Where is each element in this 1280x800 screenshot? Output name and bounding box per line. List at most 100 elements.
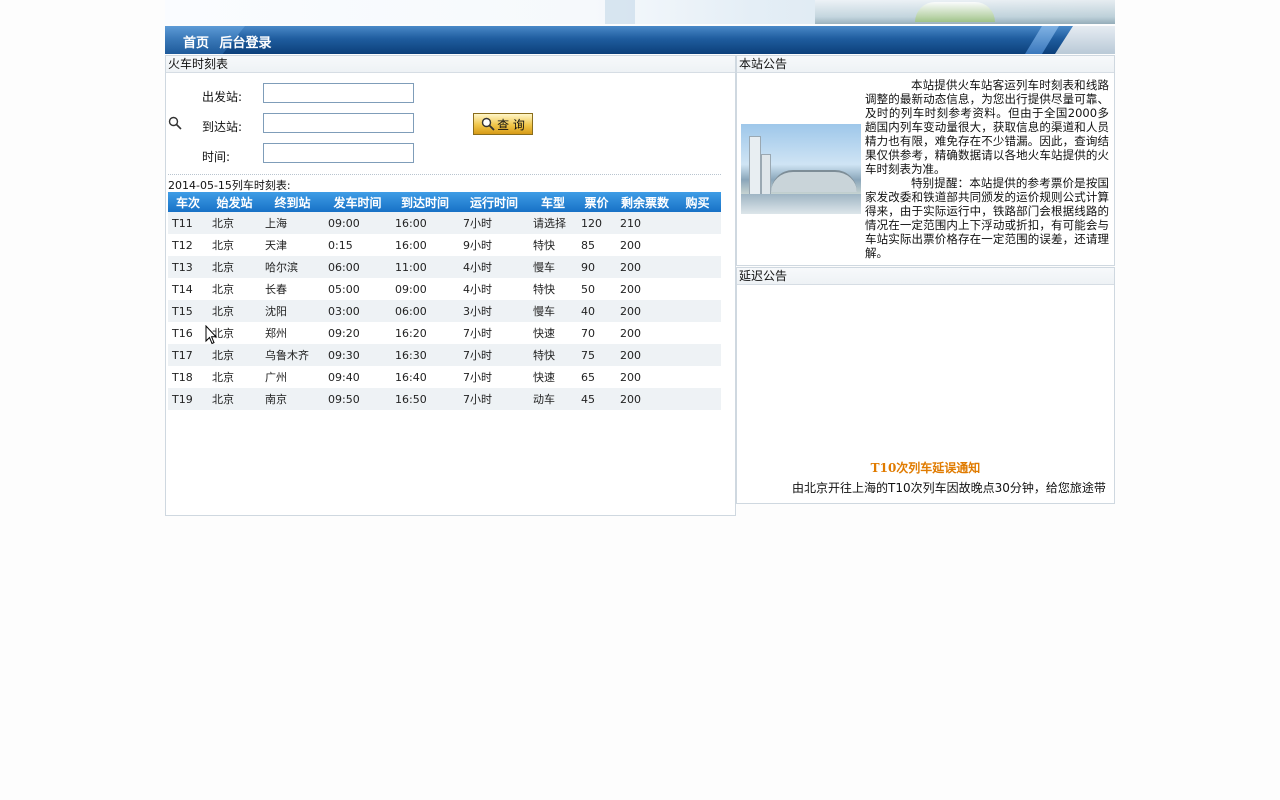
table-cell: 长春: [261, 278, 324, 300]
table-cell: 特快: [529, 278, 577, 300]
table-row: T15 北京 沈阳 03:00 06:00 3小时 慢车 40 200: [168, 300, 721, 322]
table-cell: 慢车: [529, 300, 577, 322]
table-cell[interactable]: 请选择: [529, 212, 577, 234]
schedule-panel-title: 火车时刻表: [166, 56, 735, 73]
table-cell: 210: [616, 212, 674, 234]
magnifier-icon: [481, 117, 495, 131]
delay-body: 由北京开往上海的T10次列车因故晚点30分钟，给您旅途带: [792, 481, 1106, 495]
table-cell: [674, 366, 721, 388]
timetable-body: T11 北京 上海 09:00 16:00 7小时 请选择 120 210 T12 北京 天津 0:15…: [168, 212, 721, 410]
station-photo-tower: [749, 136, 761, 196]
column-header: 票价: [577, 192, 616, 212]
table-row: T18 北京 广州 09:40 16:40 7小时 快速 65 200: [168, 366, 721, 388]
table-cell: 特快: [529, 234, 577, 256]
table-row: T16 北京 郑州 09:20 16:20 7小时 快速 70 200: [168, 322, 721, 344]
column-header: 始发站: [208, 192, 261, 212]
table-cell: 75: [577, 344, 616, 366]
table-cell: 北京: [208, 344, 261, 366]
table-cell: T14: [168, 278, 208, 300]
site-notice-paragraph: 本站提供火车站客运列车时刻表和线路调整的最新动态信息，为您出行提供尽量可靠、及时…: [865, 78, 1109, 176]
table-cell: 200: [616, 366, 674, 388]
table-cell: 慢车: [529, 256, 577, 278]
to-station-row: 到达站:: [202, 118, 262, 135]
mouse-cursor-icon: [205, 324, 218, 345]
table-cell: 16:20: [391, 322, 459, 344]
schedule-date-caption: 2014-05-15列车时刻表:: [168, 179, 291, 192]
table-cell: T11: [168, 212, 208, 234]
table-cell: 天津: [261, 234, 324, 256]
delay-notice-title: 延迟公告: [737, 268, 1114, 285]
header-banner: [165, 0, 1115, 24]
table-cell: 16:00: [391, 234, 459, 256]
timetable: 车次 始发站 终到站 发车时间 到达时间 运行时间 车型 票价 剩余票数 购买 T11 北京 上海 09…: [168, 192, 721, 410]
column-header: 到达时间: [391, 192, 459, 212]
banner-decoration: [605, 0, 635, 24]
table-cell: 广州: [261, 366, 324, 388]
to-station-input[interactable]: [263, 113, 414, 133]
table-row: T19 北京 南京 09:50 16:50 7小时 动车 45 200: [168, 388, 721, 410]
table-cell: [674, 344, 721, 366]
table-cell: 09:00: [324, 212, 391, 234]
table-cell: 06:00: [391, 300, 459, 322]
table-cell: 65: [577, 366, 616, 388]
nav-link-home[interactable]: 首页: [183, 36, 209, 51]
from-station-label: 出发站:: [202, 90, 243, 104]
table-row: T12 北京 天津 0:15 16:00 9小时 特快 85 200: [168, 234, 721, 256]
table-row: T13 北京 哈尔滨 06:00 11:00 4小时 慢车 90 200: [168, 256, 721, 278]
table-cell: 南京: [261, 388, 324, 410]
search-icon: [168, 116, 182, 130]
table-cell: 7小时: [459, 322, 529, 344]
table-cell: [674, 388, 721, 410]
table-cell: 7小时: [459, 388, 529, 410]
station-photo-tower-2: [761, 154, 771, 196]
table-cell: 北京: [208, 366, 261, 388]
table-cell: 3小时: [459, 300, 529, 322]
table-cell: [674, 300, 721, 322]
table-cell: 06:00: [324, 256, 391, 278]
divider: [168, 174, 721, 175]
station-photo-hall: [771, 170, 857, 192]
table-cell: 上海: [261, 212, 324, 234]
nav-links: 首页 后台登录: [183, 32, 278, 51]
table-cell: 沈阳: [261, 300, 324, 322]
nav-link-admin-login[interactable]: 后台登录: [220, 36, 272, 51]
table-cell: 北京: [208, 234, 261, 256]
table-cell: T17: [168, 344, 208, 366]
table-cell: 快速: [529, 366, 577, 388]
table-cell: 200: [616, 278, 674, 300]
table-cell: 05:00: [324, 278, 391, 300]
site-notice-panel: 本站公告 本站提供火车站客运列车时刻表和线路调整的最新动态信息，为您出行提供尽量…: [736, 55, 1115, 266]
timetable-header: 车次 始发站 终到站 发车时间 到达时间 运行时间 车型 票价 剩余票数 购买: [168, 192, 721, 212]
from-station-row: 出发站:: [202, 88, 262, 105]
table-cell: [674, 234, 721, 256]
table-cell: 7小时: [459, 212, 529, 234]
table-cell: 200: [616, 322, 674, 344]
column-header: 车次: [168, 192, 208, 212]
table-cell: 09:30: [324, 344, 391, 366]
table-cell: 09:50: [324, 388, 391, 410]
column-header: 车型: [529, 192, 577, 212]
delay-headline[interactable]: T10次列车延误通知: [737, 459, 1114, 476]
table-cell: 快速: [529, 322, 577, 344]
table-cell: 16:40: [391, 366, 459, 388]
query-button[interactable]: 查 询: [473, 113, 533, 135]
table-cell: 200: [616, 388, 674, 410]
table-cell: 200: [616, 256, 674, 278]
table-cell: 7小时: [459, 344, 529, 366]
table-cell: T16: [168, 322, 208, 344]
table-cell: 北京: [208, 212, 261, 234]
table-cell: 16:50: [391, 388, 459, 410]
table-cell: T12: [168, 234, 208, 256]
table-cell: 70: [577, 322, 616, 344]
table-cell: 北京: [208, 256, 261, 278]
table-cell: T15: [168, 300, 208, 322]
from-station-input[interactable]: [263, 83, 414, 103]
table-cell: 09:00: [391, 278, 459, 300]
table-cell: [674, 212, 721, 234]
time-input[interactable]: [263, 143, 414, 163]
site-notice-title: 本站公告: [737, 56, 1114, 73]
table-cell: 哈尔滨: [261, 256, 324, 278]
table-cell: 50: [577, 278, 616, 300]
table-row: T11 北京 上海 09:00 16:00 7小时 请选择 120 210: [168, 212, 721, 234]
query-button-label: 查 询: [497, 117, 525, 132]
